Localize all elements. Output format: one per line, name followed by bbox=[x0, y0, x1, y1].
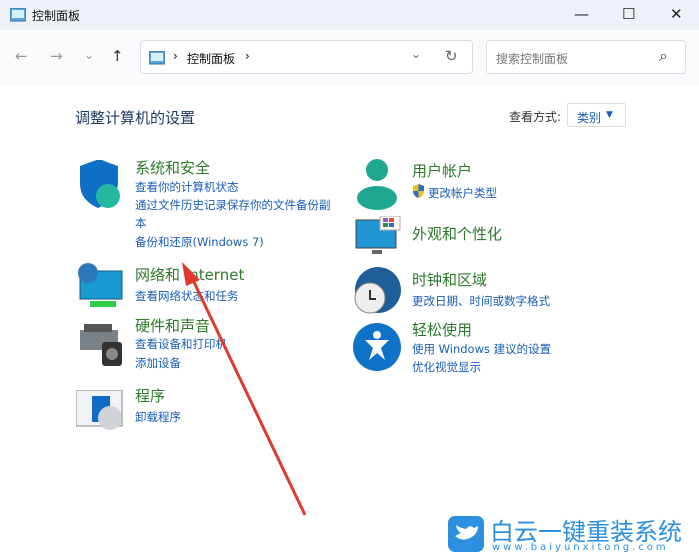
red-arrow-annotation bbox=[182, 262, 307, 516]
watermark: 白云一键重装系统 www.baiyunxitong.com bbox=[436, 510, 699, 560]
watermark-url: www.baiyunxitong.com bbox=[492, 542, 669, 553]
bird-logo-icon bbox=[448, 516, 484, 552]
